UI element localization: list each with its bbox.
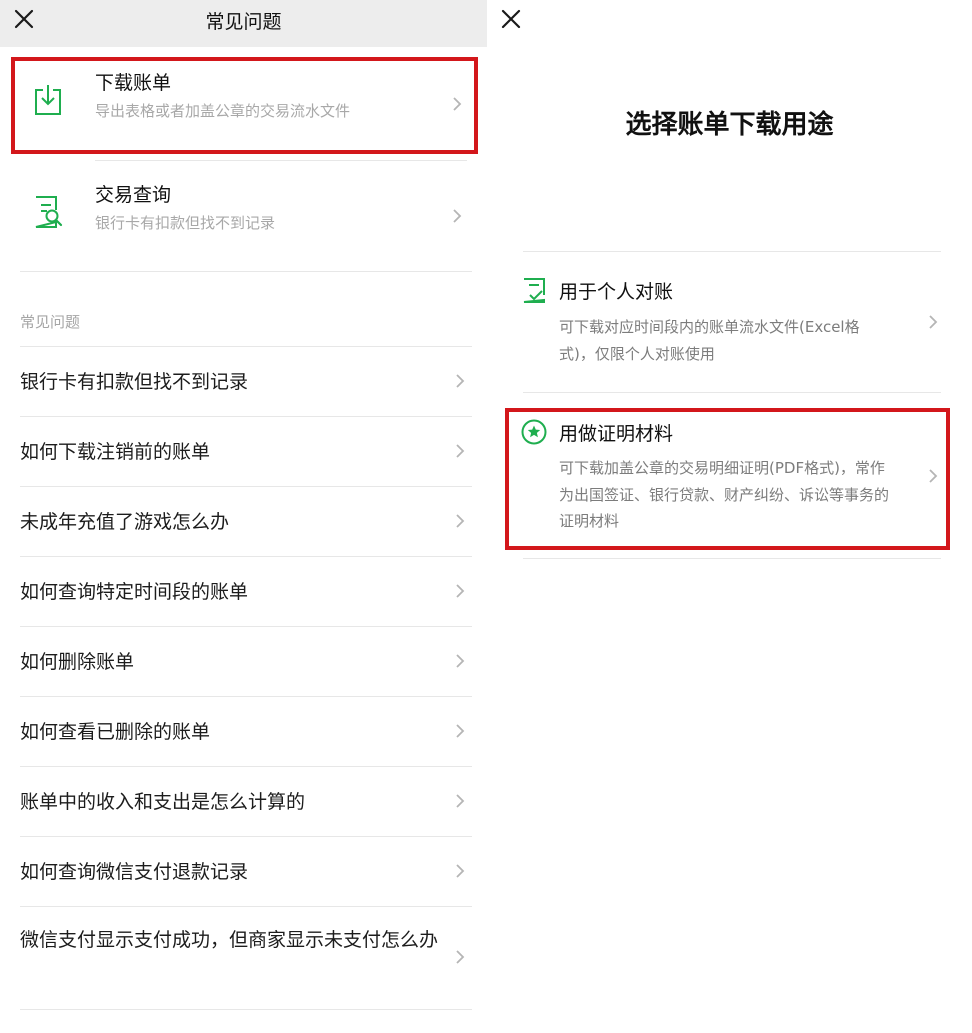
checklist-icon [521, 276, 547, 304]
faq-item[interactable]: 如何删除账单 [0, 627, 487, 697]
page-title: 选择账单下载用途 [625, 110, 834, 140]
card-title: 交易查询 [95, 184, 172, 206]
right-screen: 选择账单下载用途 用于个人对账 可下载对应时间段内的账单流水文件(Excel格式… [487, 0, 972, 1033]
divider [20, 1009, 472, 1010]
chevron-right-icon [928, 314, 938, 330]
divider [523, 558, 941, 559]
faq-item-label: 如何查看已删除的账单 [20, 721, 211, 743]
faq-item[interactable]: 如何下载注销前的账单 [0, 417, 487, 487]
chevron-right-icon [928, 468, 938, 484]
faq-item-label: 账单中的收入和支出是怎么计算的 [20, 791, 306, 813]
faq-item-label: 如何下载注销前的账单 [20, 441, 211, 463]
close-icon[interactable] [500, 8, 522, 30]
faq-item-label: 如何删除账单 [20, 651, 135, 673]
chevron-right-icon [455, 583, 465, 599]
faq-item-label: 如何查询微信支付退款记录 [20, 861, 249, 883]
option-description: 可下载对应时间段内的账单流水文件(Excel格式)，仅限个人对账使用 [559, 318, 860, 363]
proof-material-option[interactable]: 用做证明材料 可下载加盖公章的交易明细证明(PDF格式)，常作为出国签证、银行贷… [487, 393, 972, 559]
transaction-query-card[interactable]: 交易查询 银行卡有扣款但找不到记录 [0, 162, 487, 272]
faq-item[interactable]: 账单中的收入和支出是怎么计算的 [0, 767, 487, 837]
header-bar: 常见问题 [0, 0, 487, 47]
option-description: 可下载加盖公章的交易明细证明(PDF格式)，常作为出国签证、银行贷款、财产纠纷、… [559, 459, 890, 530]
download-icon [32, 82, 64, 118]
personal-reconciliation-option[interactable]: 用于个人对账 可下载对应时间段内的账单流水文件(Excel格式)，仅限个人对账使… [487, 252, 972, 392]
option-title: 用于个人对账 [559, 281, 674, 303]
document-search-icon [32, 194, 64, 230]
faq-item[interactable]: 微信支付显示支付成功，但商家显示未支付怎么办 [0, 907, 487, 1007]
option-title: 用做证明材料 [559, 423, 674, 445]
faq-item[interactable]: 如何查看已删除的账单 [0, 697, 487, 767]
faq-item-label: 银行卡有扣款但找不到记录 [20, 371, 249, 393]
faq-item-label: 如何查询特定时间段的账单 [20, 581, 249, 603]
faq-item[interactable]: 如何查询特定时间段的账单 [0, 557, 487, 627]
faq-item[interactable]: 如何查询微信支付退款记录 [0, 837, 487, 907]
chevron-right-icon [455, 443, 465, 459]
chevron-right-icon [455, 373, 465, 389]
card-title: 下载账单 [95, 72, 172, 94]
chevron-right-icon [455, 949, 465, 965]
card-subtitle: 银行卡有扣款但找不到记录 [95, 214, 276, 232]
card-subtitle: 导出表格或者加盖公章的交易流水文件 [95, 102, 351, 120]
faq-section-title: 常见问题 [20, 313, 81, 331]
chevron-right-icon [455, 513, 465, 529]
star-badge-icon [521, 418, 547, 446]
faq-item[interactable]: 未成年充值了游戏怎么办 [0, 487, 487, 557]
left-screen: 常见问题 下载账单 导出表格或者加盖公章的交易流水文件 交易查询 银行卡有扣款但… [0, 0, 487, 1033]
faq-item-label: 微信支付显示支付成功，但商家显示未支付怎么办 [20, 929, 439, 951]
faq-item[interactable]: 银行卡有扣款但找不到记录 [0, 347, 487, 417]
divider [20, 271, 472, 272]
chevron-right-icon [452, 96, 462, 112]
chevron-right-icon [455, 863, 465, 879]
divider [95, 160, 467, 161]
page-title: 常见问题 [205, 11, 282, 33]
chevron-right-icon [455, 793, 465, 809]
chevron-right-icon [455, 653, 465, 669]
chevron-right-icon [452, 208, 462, 224]
faq-item-label: 未成年充值了游戏怎么办 [20, 511, 230, 533]
download-bill-card[interactable]: 下载账单 导出表格或者加盖公章的交易流水文件 [0, 50, 487, 160]
chevron-right-icon [455, 723, 465, 739]
